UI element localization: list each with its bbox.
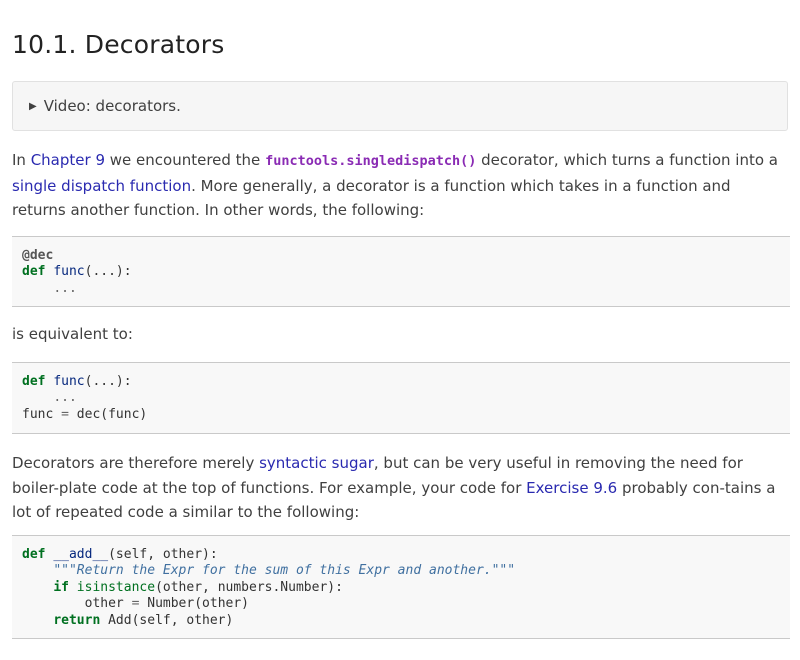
variable-token: func [22, 406, 54, 422]
args-token: (self, other): [108, 547, 218, 562]
function-name-token: __add__ [53, 547, 109, 562]
args-token: (...): [84, 374, 132, 389]
function-name-token: func [53, 264, 85, 280]
single-dispatch-function-link[interactable]: single dispatch function [12, 177, 191, 195]
sugar-paragraph: Decorators are therefore merely syntacti… [12, 451, 788, 525]
function-name-token: func [53, 374, 85, 389]
code-line: return Add(self, other) [22, 613, 780, 629]
syntactic-sugar-link[interactable]: syntactic sugar [259, 454, 374, 472]
code-block-add-method: def __add__(self, other): """Return the … [12, 535, 790, 639]
section-heading: 10.1. Decorators [12, 30, 225, 59]
ellipsis-token: ... [53, 390, 77, 406]
variable-token: other [84, 596, 124, 612]
intro-paragraph: In Chapter 9 we encountered the functool… [12, 148, 788, 223]
video-details-toggle[interactable]: ▶ Video: decorators. [12, 81, 788, 131]
video-details-label: Video: decorators. [43, 97, 181, 115]
keyword-token: if [53, 579, 69, 595]
code-line: def func(...): [22, 374, 780, 390]
args-token: (other, numbers.Number): [155, 579, 343, 595]
code-line: ... [22, 281, 780, 297]
text-run: Decorators are therefore merely [12, 454, 260, 472]
disclosure-triangle-icon: ▶ [29, 100, 37, 112]
docstring-token: """Return the Expr for the sum of this E… [53, 563, 516, 579]
code-line: def func(...): [22, 264, 780, 280]
ellipsis-token: ... [53, 280, 77, 296]
operator-token: = [131, 596, 140, 612]
text-run: we encountered the [105, 151, 266, 169]
code-line: ... [22, 390, 780, 406]
keyword-token: def [22, 264, 46, 280]
code-line: @dec [22, 248, 780, 264]
operator-token: = [61, 406, 69, 422]
args-token: (...): [84, 264, 132, 280]
exercise-9-6-link[interactable]: Exercise 9.6 [526, 479, 617, 497]
decorator-token: @dec [22, 248, 54, 263]
call-token: dec(func) [76, 406, 148, 422]
code-line: if isinstance(other, numbers.Number): [22, 580, 780, 596]
text-run: In [12, 151, 31, 169]
code-block-equivalent: def func(...): ... func = dec(func) [12, 362, 790, 434]
singledispatch-link[interactable]: functools.singledispatch() [265, 153, 476, 169]
keyword-token: return [53, 612, 101, 628]
code-line: def __add__(self, other): [22, 547, 780, 563]
equivalent-paragraph: is equivalent to: [12, 325, 133, 343]
code-line: other = Number(other) [22, 596, 780, 612]
call-token: Number(other) [147, 596, 249, 612]
builtin-token: isinstance [76, 579, 156, 595]
page: 10.1. Decorators ▶ Video: decorators. In… [0, 0, 800, 660]
code-line: """Return the Expr for the sum of this E… [22, 563, 780, 579]
text-run: decorator, which turns a function into a [476, 151, 778, 169]
keyword-token: def [22, 547, 46, 562]
chapter-9-link[interactable]: Chapter 9 [31, 151, 105, 169]
call-token: Add(self, other) [108, 612, 234, 628]
code-line: func = dec(func) [22, 407, 780, 423]
code-block-decorator-syntax: @dec def func(...): ... [12, 236, 790, 307]
keyword-token: def [22, 374, 46, 389]
